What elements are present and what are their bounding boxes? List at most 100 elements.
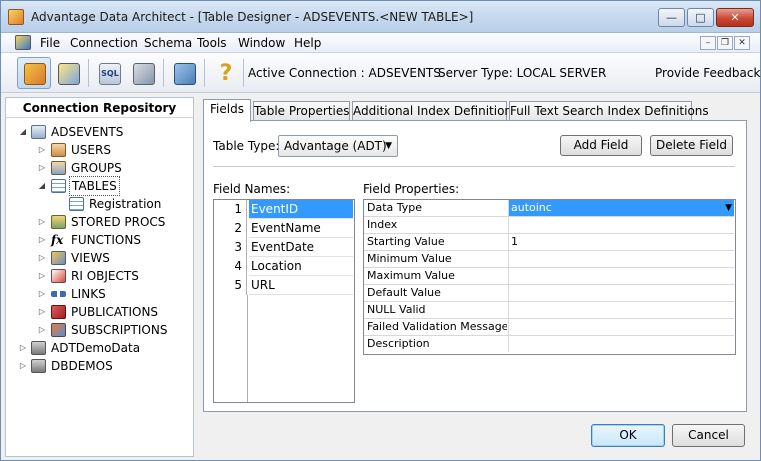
field-row[interactable]: 4 Location	[214, 257, 353, 276]
menu-tools[interactable]: Tools	[197, 36, 227, 50]
wrench-icon	[133, 63, 155, 85]
field-properties-grid[interactable]: Data Type autoinc ▼ Index Starting Value …	[363, 199, 736, 355]
separator-line	[213, 166, 735, 167]
dropdown-arrow-icon: ▼	[385, 141, 392, 151]
fields-tab-page: Table Type: Advantage (ADT) ▼ Add Field …	[203, 120, 747, 412]
dropdown-arrow-icon[interactable]: ▼	[725, 200, 732, 216]
active-connection-label: Active Connection : ADSEVENTS	[248, 66, 441, 80]
tab-fields[interactable]: Fields	[203, 99, 251, 122]
toolbar-separator	[204, 59, 205, 87]
table-icon	[51, 179, 66, 193]
sql-utility-button[interactable]: SQL	[92, 57, 126, 89]
mdi-minimize-button[interactable]: –	[700, 36, 716, 50]
field-row[interactable]: 1 EventID	[214, 200, 353, 219]
server-type-label: Server Type: LOCAL SERVER	[438, 66, 607, 80]
sql-icon: SQL	[99, 63, 121, 85]
tab-table-properties[interactable]: Table Properties	[253, 101, 350, 121]
help-button[interactable]: ?	[208, 57, 242, 89]
users-button[interactable]	[167, 57, 201, 89]
link-icon	[51, 291, 66, 297]
pencil-icon	[58, 63, 80, 85]
menu-connection[interactable]: Connection	[70, 36, 138, 50]
expand-icon[interactable]: ▷	[18, 339, 28, 357]
maximize-button[interactable]: □	[687, 8, 714, 27]
publication-icon	[51, 305, 66, 319]
provide-feedback-link[interactable]: Provide Feedback	[655, 66, 760, 80]
toolbar: SQL ? Active Connection : ADSEVENTS Serv…	[1, 53, 760, 93]
property-row-failed-validation-message[interactable]: Failed Validation Message	[364, 319, 734, 336]
delete-field-button[interactable]: Delete Field	[650, 135, 733, 156]
toolbar-separator	[163, 59, 164, 87]
expand-icon[interactable]: ▷	[37, 159, 47, 177]
database-icon	[31, 125, 46, 139]
property-row-minimum-value[interactable]: Minimum Value	[364, 251, 734, 268]
ok-button[interactable]: OK	[591, 424, 665, 447]
toolbar-separator	[243, 59, 244, 87]
field-names-list[interactable]: 1 EventID 2 EventName 3 EventDate 4 Loca…	[213, 199, 355, 403]
expand-icon[interactable]: ▷	[37, 213, 47, 231]
column-divider	[247, 295, 248, 402]
menu-schema[interactable]: Schema	[144, 36, 192, 50]
expand-icon[interactable]: ▷	[37, 303, 47, 321]
group-icon	[51, 161, 66, 175]
help-icon: ?	[219, 61, 233, 86]
field-row[interactable]: 2 EventName	[214, 219, 353, 238]
mdi-restore-button[interactable]: ❐	[717, 36, 733, 50]
database-icon	[31, 341, 46, 355]
expand-icon[interactable]: ▷	[37, 285, 47, 303]
menu-help[interactable]: Help	[294, 36, 321, 50]
user-icon	[51, 143, 66, 157]
expand-icon[interactable]: ▷	[37, 141, 47, 159]
toolbar-separator	[88, 59, 89, 87]
property-row-data-type[interactable]: Data Type autoinc ▼	[364, 200, 734, 217]
database-icon	[24, 63, 46, 85]
database-icon	[31, 359, 46, 373]
data-type-select[interactable]: autoinc ▼	[508, 200, 734, 216]
expand-icon[interactable]: ▷	[37, 231, 47, 249]
window-title: Advantage Data Architect - [Table Design…	[31, 10, 474, 24]
computer-user-icon	[174, 63, 196, 85]
stored-procedure-icon	[51, 215, 66, 229]
property-row-description[interactable]: Description	[364, 336, 734, 353]
view-icon	[51, 251, 66, 265]
app-logo-icon	[8, 9, 24, 25]
collapse-icon[interactable]: ◢	[18, 123, 28, 141]
property-row-default-value[interactable]: Default Value	[364, 285, 734, 302]
field-row[interactable]: 3 EventDate	[214, 238, 353, 257]
expand-icon[interactable]: ▷	[37, 249, 47, 267]
field-properties-label: Field Properties:	[363, 182, 460, 196]
main-window: Advantage Data Architect - [Table Design…	[0, 0, 761, 461]
expand-icon[interactable]: ▷	[37, 267, 47, 285]
tab-additional-index-definitions[interactable]: Additional Index Definitions	[352, 101, 518, 121]
mdi-close-button[interactable]: ✕	[734, 36, 750, 50]
property-row-starting-value[interactable]: Starting Value 1	[364, 234, 734, 251]
expand-icon[interactable]: ▷	[18, 357, 28, 375]
expand-icon[interactable]: ▷	[37, 321, 47, 339]
cancel-button[interactable]: Cancel	[672, 424, 745, 447]
edit-connection-button[interactable]	[51, 57, 85, 89]
document-icon[interactable]	[15, 35, 31, 50]
table-icon	[69, 197, 84, 211]
field-row[interactable]: 5 URL	[214, 276, 353, 295]
property-row-null-valid[interactable]: NULL Valid	[364, 302, 734, 319]
menu-window[interactable]: Window	[238, 36, 285, 50]
add-field-button[interactable]: Add Field	[560, 135, 642, 156]
table-type-select[interactable]: Advantage (ADT) ▼	[278, 135, 398, 157]
property-row-maximum-value[interactable]: Maximum Value	[364, 268, 734, 285]
title-bar[interactable]: Advantage Data Architect - [Table Design…	[1, 1, 760, 33]
menu-bar: File Connection Schema Tools Window Help…	[1, 33, 760, 53]
subscription-icon	[51, 323, 66, 337]
close-button[interactable]: ✕	[716, 8, 754, 27]
function-icon: fx	[51, 233, 64, 247]
property-row-index[interactable]: Index	[364, 217, 734, 234]
minimize-button[interactable]: —	[658, 8, 685, 27]
tab-full-text-search-index-definitions[interactable]: Full Text Search Index Definitions	[509, 101, 709, 121]
field-names-label: Field Names:	[213, 182, 291, 196]
tools-button[interactable]	[126, 57, 160, 89]
repository-title: Connection Repository	[6, 98, 193, 118]
connection-repository-button[interactable]	[17, 57, 51, 89]
menu-file[interactable]: File	[40, 36, 60, 50]
ri-object-icon	[51, 269, 66, 283]
connection-repository-panel: Connection Repository ◢ ADSEVENTS ▷ USER…	[5, 97, 194, 457]
collapse-icon[interactable]: ◢	[37, 177, 47, 195]
